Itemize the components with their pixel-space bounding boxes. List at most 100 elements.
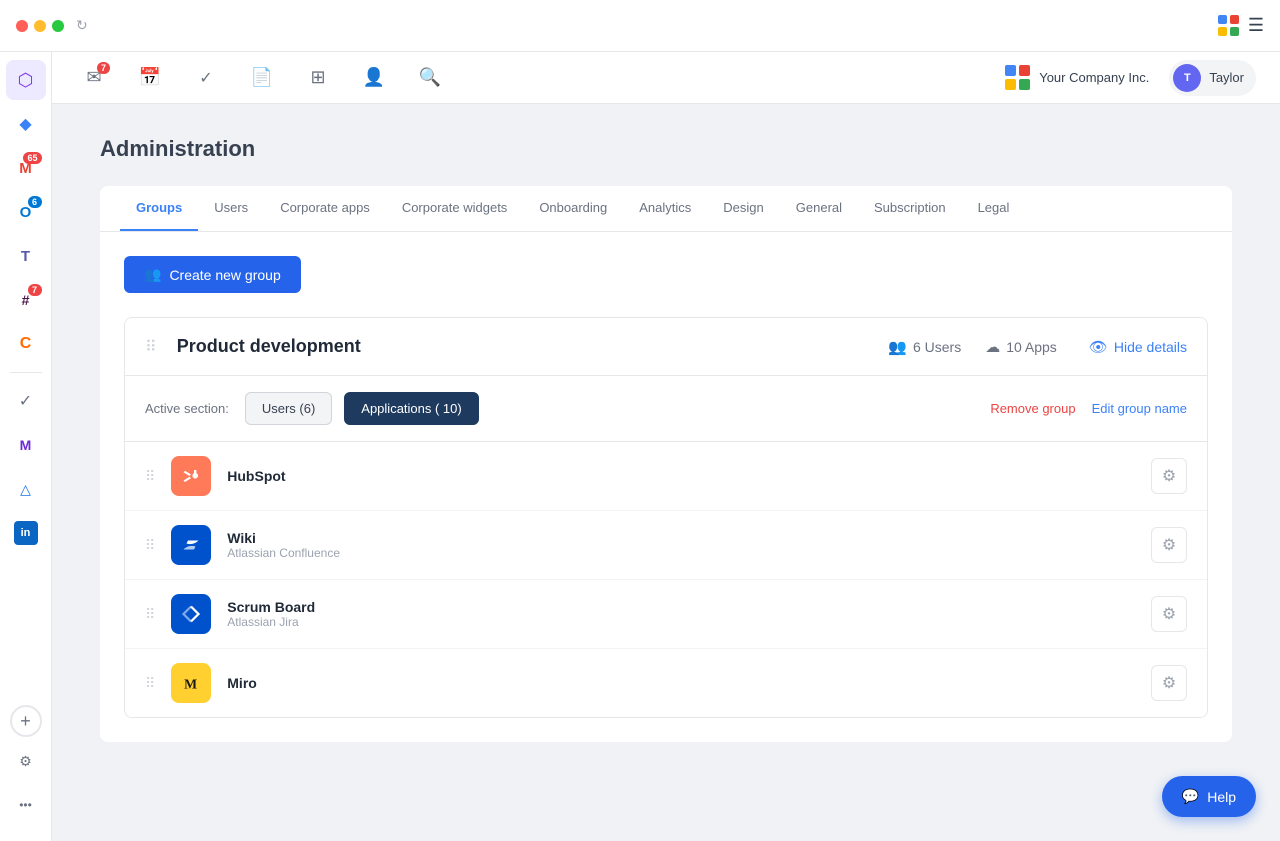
tab-design[interactable]: Design bbox=[707, 186, 779, 231]
plus-icon: + bbox=[20, 711, 31, 732]
chat-icon: 💬 bbox=[1182, 788, 1199, 805]
main-layout: ⬡ ◆ M 65 O 6 T # 7 C ✓ M △ bbox=[0, 52, 1280, 841]
topnav-document[interactable]: 📄 bbox=[244, 60, 280, 96]
app-list: ⠿ HubSpot bbox=[125, 442, 1207, 717]
company-logo bbox=[1005, 65, 1031, 90]
tab-groups[interactable]: Groups bbox=[120, 186, 198, 231]
topnav-person[interactable]: 👤 bbox=[356, 60, 392, 96]
sidebar-item-drive[interactable]: △ bbox=[6, 469, 46, 509]
tab-corporate-widgets[interactable]: Corporate widgets bbox=[386, 186, 524, 231]
user-name: Taylor bbox=[1209, 70, 1244, 85]
inbox-badge: 7 bbox=[97, 62, 110, 74]
person-icon: 👤 bbox=[363, 67, 385, 88]
sidebar-item-make[interactable]: M bbox=[6, 425, 46, 465]
sidebar-dots-icon[interactable]: ••• bbox=[6, 785, 46, 825]
topnav-grid[interactable]: ⊞ bbox=[300, 60, 336, 96]
tab-onboarding[interactable]: Onboarding bbox=[523, 186, 623, 231]
tab-subscription[interactable]: Subscription bbox=[858, 186, 962, 231]
menu-icon[interactable]: ☰ bbox=[1248, 15, 1264, 36]
drive-icon: △ bbox=[20, 481, 31, 498]
drag-handle-icon[interactable]: ⠿ bbox=[145, 337, 157, 357]
outlook-badge: 6 bbox=[28, 196, 42, 208]
sidebar-divider bbox=[10, 372, 42, 373]
confluence-icon bbox=[171, 525, 211, 565]
tab-analytics[interactable]: Analytics bbox=[623, 186, 707, 231]
sidebar-item-home[interactable]: ⬡ bbox=[6, 60, 46, 100]
teams-icon: T bbox=[21, 248, 30, 265]
settings-icon: ⚙ bbox=[19, 753, 32, 770]
jira-settings-button[interactable]: ⚙ bbox=[1151, 596, 1187, 632]
jira-subtitle: Atlassian Jira bbox=[227, 615, 1135, 629]
active-section-label: Active section: bbox=[145, 401, 229, 416]
group-header: ⠿ Product development 👥 6 Users ☁ 10 App… bbox=[125, 318, 1207, 376]
apps-tab-label: Applications ( 10) bbox=[361, 401, 461, 416]
confluence-subtitle: Atlassian Confluence bbox=[227, 546, 1135, 560]
sidebar-item-slack[interactable]: # 7 bbox=[6, 280, 46, 320]
topnav-tasks[interactable]: ✓ bbox=[188, 60, 224, 96]
tabs-list: Groups Users Corporate apps Corporate wi… bbox=[100, 186, 1232, 231]
topnav-search[interactable]: 🔍 bbox=[412, 60, 448, 96]
create-new-group-button[interactable]: 👥 Create new group bbox=[124, 256, 301, 293]
apps-diamond-icon: ◆ bbox=[19, 114, 31, 134]
page-title: Administration bbox=[100, 136, 1232, 162]
sidebar-item-apps[interactable]: ◆ bbox=[6, 104, 46, 144]
tab-general[interactable]: General bbox=[780, 186, 858, 231]
sidebar-item-check[interactable]: ✓ bbox=[6, 381, 46, 421]
confluence-info: Wiki Atlassian Confluence bbox=[227, 530, 1135, 560]
app-drag-handle[interactable]: ⠿ bbox=[145, 537, 155, 554]
miro-name: Miro bbox=[227, 675, 1135, 691]
hubspot-info: HubSpot bbox=[227, 468, 1135, 484]
top-navigation: ✉ 7 📅 ✓ 📄 ⊞ 👤 🔍 bbox=[52, 52, 1280, 104]
eye-icon: 👁 bbox=[1089, 338, 1108, 356]
app-item-miro: ⠿ M Miro ⚙ bbox=[125, 649, 1207, 717]
os-topbar: ↻ ☰ bbox=[0, 0, 1280, 52]
tab-users[interactable]: Users bbox=[198, 186, 264, 231]
app-drag-handle[interactable]: ⠿ bbox=[145, 675, 155, 692]
confluence-settings-button[interactable]: ⚙ bbox=[1151, 527, 1187, 563]
hide-details-button[interactable]: 👁 Hide details bbox=[1089, 338, 1187, 356]
remove-group-button[interactable]: Remove group bbox=[990, 401, 1075, 416]
app-item-hubspot: ⠿ HubSpot bbox=[125, 442, 1207, 511]
active-section-bar: Active section: Users (6) Applications (… bbox=[125, 376, 1207, 442]
user-info[interactable]: T Taylor bbox=[1169, 60, 1256, 96]
slack-icon: # bbox=[22, 292, 30, 308]
tab-legal[interactable]: Legal bbox=[962, 186, 1026, 231]
topnav-calendar[interactable]: 📅 bbox=[132, 60, 168, 96]
users-tab-label: Users (6) bbox=[262, 401, 315, 416]
sidebar-settings-icon[interactable]: ⚙ bbox=[6, 741, 46, 781]
main-card: 👥 Create new group ⠿ Product development… bbox=[100, 232, 1232, 742]
sidebar-add-button[interactable]: + bbox=[10, 705, 42, 737]
search-icon: 🔍 bbox=[419, 67, 441, 88]
hubspot-settings-button[interactable]: ⚙ bbox=[1151, 458, 1187, 494]
hubspot-name: HubSpot bbox=[227, 468, 1135, 484]
tab-corporate-apps[interactable]: Corporate apps bbox=[264, 186, 386, 231]
sidebar-item-gmail[interactable]: M 65 bbox=[6, 148, 46, 188]
make-icon: M bbox=[20, 437, 32, 453]
group-product-development: ⠿ Product development 👥 6 Users ☁ 10 App… bbox=[124, 317, 1208, 718]
sidebar-item-linkedin[interactable]: in bbox=[6, 513, 46, 553]
help-button[interactable]: 💬 Help bbox=[1162, 776, 1256, 817]
close-light[interactable] bbox=[16, 20, 28, 32]
app-drag-handle[interactable]: ⠿ bbox=[145, 606, 155, 623]
sidebar-item-clickup[interactable]: C bbox=[6, 324, 46, 364]
google-grid-icon bbox=[1218, 15, 1240, 36]
sidebar-item-teams[interactable]: T bbox=[6, 236, 46, 276]
users-meta: 👥 6 Users bbox=[888, 338, 961, 356]
topnav-inbox[interactable]: ✉ 7 bbox=[76, 60, 112, 96]
user-avatar: T bbox=[1173, 64, 1201, 92]
hide-details-label: Hide details bbox=[1114, 339, 1187, 355]
miro-settings-button[interactable]: ⚙ bbox=[1151, 665, 1187, 701]
sidebar-item-outlook[interactable]: O 6 bbox=[6, 192, 46, 232]
edit-group-name-button[interactable]: Edit group name bbox=[1092, 401, 1187, 416]
jira-info: Scrum Board Atlassian Jira bbox=[227, 599, 1135, 629]
app-drag-handle[interactable]: ⠿ bbox=[145, 468, 155, 485]
maximize-light[interactable] bbox=[52, 20, 64, 32]
applications-section-button[interactable]: Applications ( 10) bbox=[344, 392, 478, 425]
users-section-button[interactable]: Users (6) bbox=[245, 392, 332, 425]
jira-name: Scrum Board bbox=[227, 599, 1135, 615]
miro-info: Miro bbox=[227, 675, 1135, 691]
minimize-light[interactable] bbox=[34, 20, 46, 32]
app-item-confluence: ⠿ Wiki Atlassian Confluence bbox=[125, 511, 1207, 580]
page-content: Administration Groups Users Corporate ap… bbox=[52, 104, 1280, 841]
group-name: Product development bbox=[177, 336, 873, 357]
